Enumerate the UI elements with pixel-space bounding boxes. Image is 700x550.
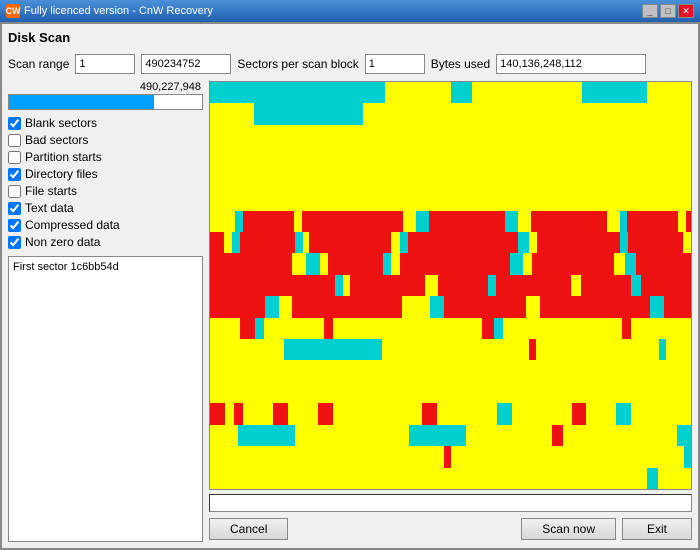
- checkbox-bad-sectors-input[interactable]: [8, 134, 21, 147]
- window-controls: _ □ ✕: [642, 4, 694, 18]
- scan-row-15: [210, 382, 691, 403]
- checkbox-text-data[interactable]: Text data: [8, 201, 203, 215]
- main-content: 490,227,948 Blank sectors Bad sectors Pa…: [8, 81, 692, 542]
- sectors-input[interactable]: [365, 54, 425, 74]
- bytes-input[interactable]: [496, 54, 646, 74]
- checkbox-text-data-label: Text data: [25, 201, 74, 215]
- scan-row-8: [210, 232, 691, 253]
- checkbox-blank-sectors-label: Blank sectors: [25, 116, 97, 130]
- checkbox-blank-sectors-input[interactable]: [8, 117, 21, 130]
- close-button[interactable]: ✕: [678, 4, 694, 18]
- info-box-text: First sector 1c6bb54d: [13, 261, 119, 273]
- checkbox-non-zero-data[interactable]: Non zero data: [8, 235, 203, 249]
- bottom-bar: Cancel Scan now Exit: [209, 494, 692, 542]
- scan-row-13: [210, 339, 691, 360]
- maximize-button[interactable]: □: [660, 4, 676, 18]
- scan-row-3: [210, 125, 691, 146]
- bytes-label: Bytes used: [431, 57, 490, 71]
- checkbox-compressed-data-label: Compressed data: [25, 218, 120, 232]
- cancel-button[interactable]: Cancel: [209, 518, 288, 540]
- sectors-label: Sectors per scan block: [237, 57, 358, 71]
- checkbox-directory-files-label: Directory files: [25, 167, 98, 181]
- left-panel: 490,227,948 Blank sectors Bad sectors Pa…: [8, 81, 203, 542]
- scan-row-4: [210, 146, 691, 167]
- window-frame: Disk Scan Scan range Sectors per scan bl…: [0, 22, 700, 550]
- scan-row-10: [210, 275, 691, 296]
- right-panel: Cancel Scan now Exit: [209, 81, 692, 542]
- checkbox-file-starts-label: File starts: [25, 184, 77, 198]
- scan-range-row: Scan range Sectors per scan block Bytes …: [8, 51, 692, 77]
- scan-row-11: [210, 296, 691, 317]
- progress-section: 490,227,948: [8, 81, 203, 110]
- checkbox-compressed-data[interactable]: Compressed data: [8, 218, 203, 232]
- scan-row-19: [210, 468, 691, 489]
- checkbox-partition-starts-input[interactable]: [8, 151, 21, 164]
- app-icon: CW: [6, 4, 20, 18]
- scan-row-16: [210, 403, 691, 424]
- checkbox-partition-starts[interactable]: Partition starts: [8, 150, 203, 164]
- checkbox-directory-files[interactable]: Directory files: [8, 167, 203, 181]
- scan-row-5: [210, 168, 691, 189]
- progress-value: 490,227,948: [8, 81, 203, 93]
- scan-range-label: Scan range: [8, 57, 69, 71]
- scan-now-button[interactable]: Scan now: [521, 518, 616, 540]
- scan-row-17: [210, 425, 691, 446]
- checkbox-blank-sectors[interactable]: Blank sectors: [8, 116, 203, 130]
- progress-bar-fill: [9, 95, 154, 109]
- checkbox-compressed-data-input[interactable]: [8, 219, 21, 232]
- checkbox-partition-starts-label: Partition starts: [25, 150, 102, 164]
- checkbox-file-starts[interactable]: File starts: [8, 184, 203, 198]
- scan-row-9: [210, 253, 691, 274]
- exit-button[interactable]: Exit: [622, 518, 692, 540]
- scan-row-1: [210, 82, 691, 103]
- scan-row-14: [210, 360, 691, 381]
- scan-row-18: [210, 446, 691, 467]
- scan-row-2: [210, 103, 691, 124]
- progress-bar-container: [8, 94, 203, 110]
- checkbox-text-data-input[interactable]: [8, 202, 21, 215]
- checkbox-file-starts-input[interactable]: [8, 185, 21, 198]
- scan-row-12: [210, 318, 691, 339]
- scan-rows-container: [210, 82, 691, 489]
- checkbox-non-zero-data-input[interactable]: [8, 236, 21, 249]
- checkbox-directory-files-input[interactable]: [8, 168, 21, 181]
- scan-row-7: [210, 211, 691, 232]
- scan-end-input[interactable]: [141, 54, 231, 74]
- info-box: First sector 1c6bb54d: [8, 256, 203, 542]
- window-title: Disk Scan: [8, 30, 692, 45]
- scan-start-input[interactable]: [75, 54, 135, 74]
- checkbox-bad-sectors-label: Bad sectors: [25, 133, 88, 147]
- checkbox-non-zero-data-label: Non zero data: [25, 235, 100, 249]
- checkbox-bad-sectors[interactable]: Bad sectors: [8, 133, 203, 147]
- minimize-button[interactable]: _: [642, 4, 658, 18]
- title-bar: CW Fully licenced version - CnW Recovery…: [0, 0, 700, 22]
- app-title: Fully licenced version - CnW Recovery: [24, 5, 213, 17]
- status-bar: [209, 494, 692, 512]
- scan-visualization: [209, 81, 692, 490]
- button-row: Cancel Scan now Exit: [209, 516, 692, 542]
- scan-row-6: [210, 189, 691, 210]
